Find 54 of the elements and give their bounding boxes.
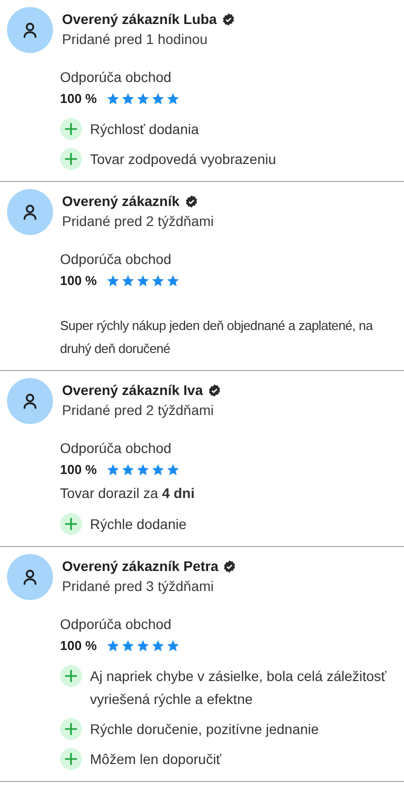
reviewer-name: Overený zákazník [62,192,180,211]
person-icon [22,204,38,220]
pro-item: Rýchle dodanie [90,515,187,534]
reviewer-name: Overený zákazník Luba [62,10,217,29]
plus-icon [60,118,82,140]
star-icon [106,463,120,477]
star-icon [166,92,180,106]
star-icon [106,92,120,106]
pro-item: Môžem len doporučiť [90,750,222,769]
review-date: Pridané pred 1 hodinou [62,30,209,49]
person-icon [22,22,38,38]
pro-item: Aj napriek chybe v zásielke, bola celá záležitosť vyriešená rýchle a efektne [90,667,388,709]
pro-item: Rýchle doručenie, pozitívne jednanie [90,720,319,739]
star-icon [136,463,150,477]
pro-item: Rýchlosť dodania [90,120,199,139]
plus-icon [60,513,82,535]
person-icon [22,393,38,409]
star-icon [150,92,165,106]
reviewer-name: Overený zákazník Petra [62,557,218,576]
delivery-note: Tovar dorazil za 4 dni [60,484,196,503]
star-icon [136,639,150,653]
plus-icon [60,148,82,170]
recommends-label: Odporúča obchod [60,615,172,634]
star-icon [120,274,135,288]
recommends-label: Odporúča obchod [60,68,172,87]
plus-icon [60,665,82,687]
rating-percent: 100 % [60,637,97,655]
star-icon [136,92,150,106]
star-icon [106,639,120,653]
star-icon [166,274,180,288]
review-date: Pridané pred 3 týždňami [62,577,215,596]
reviewer-name: Overený zákazník Iva [62,381,203,400]
star-icon [150,463,165,477]
star-icon [150,639,165,653]
plus-icon [60,748,82,770]
star-icon [136,274,150,288]
star-icon [120,92,135,106]
recommends-label: Odporúča obchod [60,250,172,269]
rating-percent: 100 % [60,461,97,479]
star-icon [150,274,165,288]
pro-item: Tovar zodpovedá vyobrazeniu [90,150,276,169]
review-text: Super rýchly nákup jeden deň objednané a zaplatené, na druhý deň doručené [60,317,374,358]
recommends-label: Odporúča obchod [60,439,172,458]
plus-icon [60,718,82,740]
review-date: Pridané pred 2 týždňami [62,212,214,231]
review-date: Pridané pred 2 týždňami [62,401,215,420]
star-icon [166,639,180,653]
star-icon [120,463,135,477]
star-icon [166,463,180,477]
star-icon [106,274,120,288]
rating-percent: 100 % [60,272,97,290]
person-icon [22,569,38,585]
rating-percent: 100 % [60,90,97,108]
star-icon [120,639,135,653]
